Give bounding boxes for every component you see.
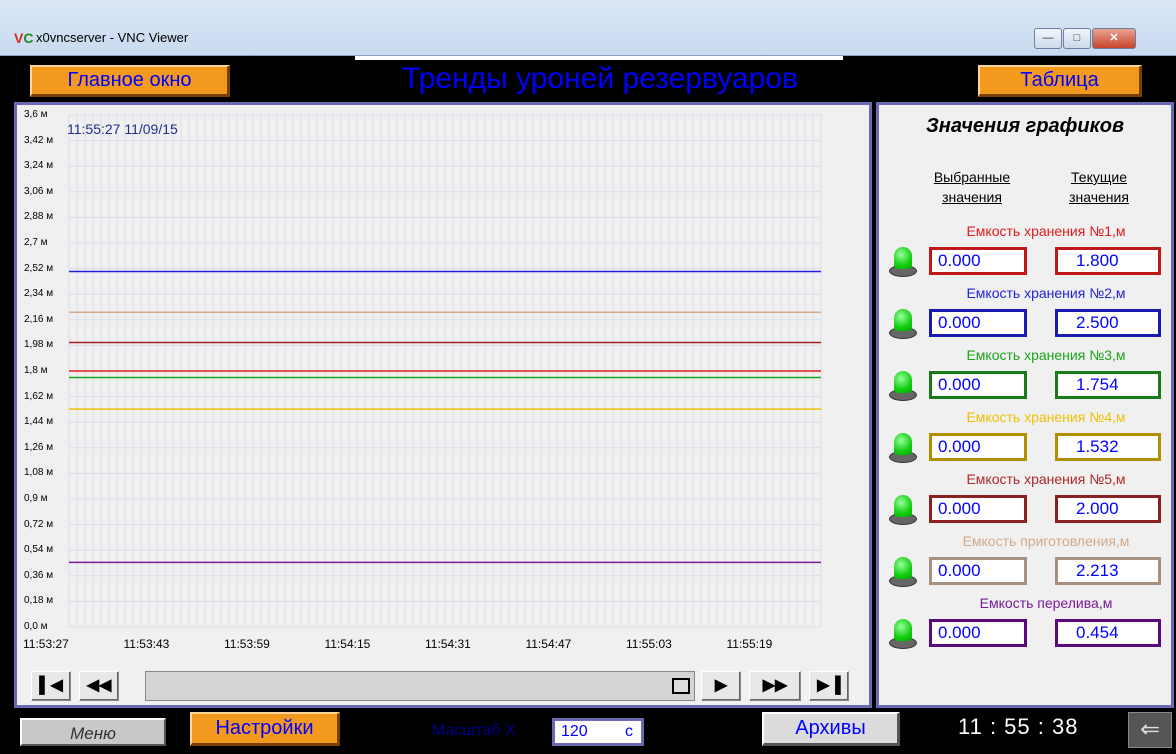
current-value-field: 0.454 bbox=[1055, 619, 1161, 647]
selected-value-field[interactable]: 0.000 bbox=[929, 433, 1027, 461]
archives-button[interactable]: Архивы bbox=[762, 712, 900, 746]
scroll-thumb[interactable] bbox=[672, 678, 690, 694]
last-page-button[interactable]: ▶▐ bbox=[809, 671, 849, 701]
y-tick-label: 2,34 м bbox=[24, 288, 54, 300]
y-tick-label: 1,8 м bbox=[24, 365, 48, 376]
status-lamp-icon bbox=[887, 429, 919, 463]
selected-value-field[interactable]: 0.000 bbox=[929, 495, 1027, 523]
x-tick-label: 11:54:47 bbox=[525, 637, 572, 651]
series-label: Емкость хранения №1,м bbox=[966, 223, 1126, 239]
window-titlebar: VC x0vncserver - VNC Viewer — □ ✕ bbox=[0, 0, 1176, 56]
skip-to-start-icon: ▌◀ bbox=[39, 677, 63, 694]
x-tick-label: 11:53:27 bbox=[23, 637, 69, 651]
y-tick-label: 2,16 м bbox=[24, 313, 54, 325]
header-bar: Главное окно Тренды уроней резервуаров Т… bbox=[0, 60, 1176, 102]
x-tick-label: 11:54:31 bbox=[425, 637, 471, 651]
y-tick-label: 1,98 м bbox=[24, 339, 54, 351]
forward-button[interactable]: ▶▶ bbox=[749, 671, 801, 701]
y-tick-label: 3,42 м bbox=[24, 134, 54, 146]
vnc-window: VC x0vncserver - VNC Viewer — □ ✕ Главно… bbox=[0, 0, 1176, 754]
status-lamp-icon bbox=[887, 615, 919, 649]
y-tick-label: 0,18 м bbox=[24, 595, 54, 607]
current-value-field: 2.000 bbox=[1055, 495, 1161, 523]
series-label: Емкость хранения №2,м bbox=[966, 285, 1126, 301]
play-button[interactable]: ▶ bbox=[701, 671, 741, 701]
page-title: Тренды уроней резервуаров bbox=[402, 62, 798, 95]
settings-button[interactable]: Настройки bbox=[190, 712, 340, 746]
y-tick-label: 1,44 м bbox=[24, 416, 54, 428]
window-title: x0vncserver - VNC Viewer bbox=[36, 30, 189, 45]
current-value-field: 1.800 bbox=[1055, 247, 1161, 275]
current-values-header: Текущие значения bbox=[1069, 169, 1129, 205]
y-tick-label: 0,54 м bbox=[24, 544, 54, 556]
selected-value-field[interactable]: 0.000 bbox=[929, 371, 1027, 399]
play-icon: ▶ bbox=[714, 677, 728, 694]
footer-bar: Меню Настройки Масштаб Х 120 с Архивы 11 … bbox=[0, 708, 1176, 754]
x-tick-label: 11:54:15 bbox=[324, 637, 371, 651]
selected-values-header: Выбранные значения bbox=[933, 169, 1011, 205]
arrow-left-icon: ⇐ bbox=[1139, 716, 1161, 743]
x-tick-label: 11:55:03 bbox=[626, 637, 672, 651]
rewind-button[interactable]: ◀◀ bbox=[79, 671, 119, 701]
x-tick-label: 11:55:19 bbox=[726, 637, 773, 651]
clock: 11 : 55 : 38 bbox=[958, 714, 1079, 739]
y-tick-label: 1,08 м bbox=[24, 467, 54, 479]
chart-values-panel: Значения графиков Выбранные значения Теку… bbox=[876, 102, 1174, 708]
status-lamp-icon bbox=[887, 243, 919, 277]
current-value-field: 1.532 bbox=[1055, 433, 1161, 461]
series-label: Емкость приготовления,м bbox=[962, 533, 1130, 549]
table-button[interactable]: Таблица bbox=[978, 65, 1142, 97]
status-lamp-icon bbox=[887, 553, 919, 587]
y-tick-label: 2,88 м bbox=[24, 211, 54, 223]
trend-chart-panel: 11:55:27 11/09/15 3,6 м 3,42 м 3,24 м 3,06 … bbox=[14, 102, 872, 708]
scale-x-input[interactable]: 120 с bbox=[552, 718, 644, 746]
y-tick-label: 0,36 м bbox=[24, 569, 54, 581]
x-tick-label: 11:53:59 bbox=[224, 637, 270, 651]
current-value-field: 2.213 bbox=[1055, 557, 1161, 585]
series-label: Емкость хранения №4,м bbox=[966, 409, 1126, 425]
close-icon[interactable]: ✕ bbox=[1092, 28, 1136, 49]
y-tick-label: 2,52 м bbox=[24, 262, 54, 274]
values-panel-title: Значения графиков bbox=[925, 115, 1125, 137]
x-tick-label: 11:53:43 bbox=[123, 637, 170, 651]
status-lamp-icon bbox=[887, 491, 919, 525]
maximize-icon[interactable]: □ bbox=[1063, 28, 1091, 49]
status-lamp-icon bbox=[887, 305, 919, 339]
chart-timestamp: 11:55:27 11/09/15 bbox=[67, 121, 178, 137]
y-tick-label: 2,7 м bbox=[24, 237, 48, 248]
status-lamp-icon bbox=[887, 367, 919, 401]
series-label: Емкость хранения №5,м bbox=[966, 471, 1126, 487]
series-label: Емкость перелива,м bbox=[979, 595, 1113, 611]
main-window-button[interactable]: Главное окно bbox=[30, 65, 230, 97]
selected-value-field[interactable]: 0.000 bbox=[929, 557, 1027, 585]
minimize-icon[interactable]: — bbox=[1034, 28, 1062, 49]
skip-to-end-icon: ▶▐ bbox=[817, 677, 841, 694]
selected-value-field[interactable]: 0.000 bbox=[929, 309, 1027, 337]
y-tick-label: 1,26 м bbox=[24, 441, 54, 453]
y-tick-label: 0,9 м bbox=[24, 493, 48, 504]
fast-forward-icon: ▶▶ bbox=[762, 677, 788, 694]
scale-x-label: Масштаб Х bbox=[432, 722, 516, 739]
series-label: Емкость хранения №3,м bbox=[966, 347, 1126, 363]
scale-x-unit: с bbox=[625, 723, 633, 740]
y-tick-label: 3,24 м bbox=[24, 160, 54, 172]
current-value-field: 2.500 bbox=[1055, 309, 1161, 337]
rewind-icon: ◀◀ bbox=[86, 677, 112, 694]
selected-value-field[interactable]: 0.000 bbox=[929, 619, 1027, 647]
y-tick-label: 1,62 м bbox=[24, 390, 54, 402]
time-scrollbar[interactable] bbox=[145, 671, 695, 701]
scale-x-value: 120 bbox=[561, 723, 588, 740]
selected-value-field[interactable]: 0.000 bbox=[929, 247, 1027, 275]
vnc-app-icon: VC bbox=[14, 30, 34, 46]
y-tick-label: 3,6 м bbox=[24, 109, 48, 120]
y-tick-label: 0,72 м bbox=[24, 518, 54, 530]
menu-button[interactable]: Меню bbox=[20, 718, 166, 746]
current-value-field: 1.754 bbox=[1055, 371, 1161, 399]
back-button[interactable]: ⇐ bbox=[1128, 712, 1172, 748]
trend-chart[interactable] bbox=[17, 105, 869, 705]
y-tick-label: 3,06 м bbox=[24, 185, 54, 197]
y-tick-label: 0,0 м bbox=[24, 621, 48, 632]
first-page-button[interactable]: ▌◀ bbox=[31, 671, 71, 701]
